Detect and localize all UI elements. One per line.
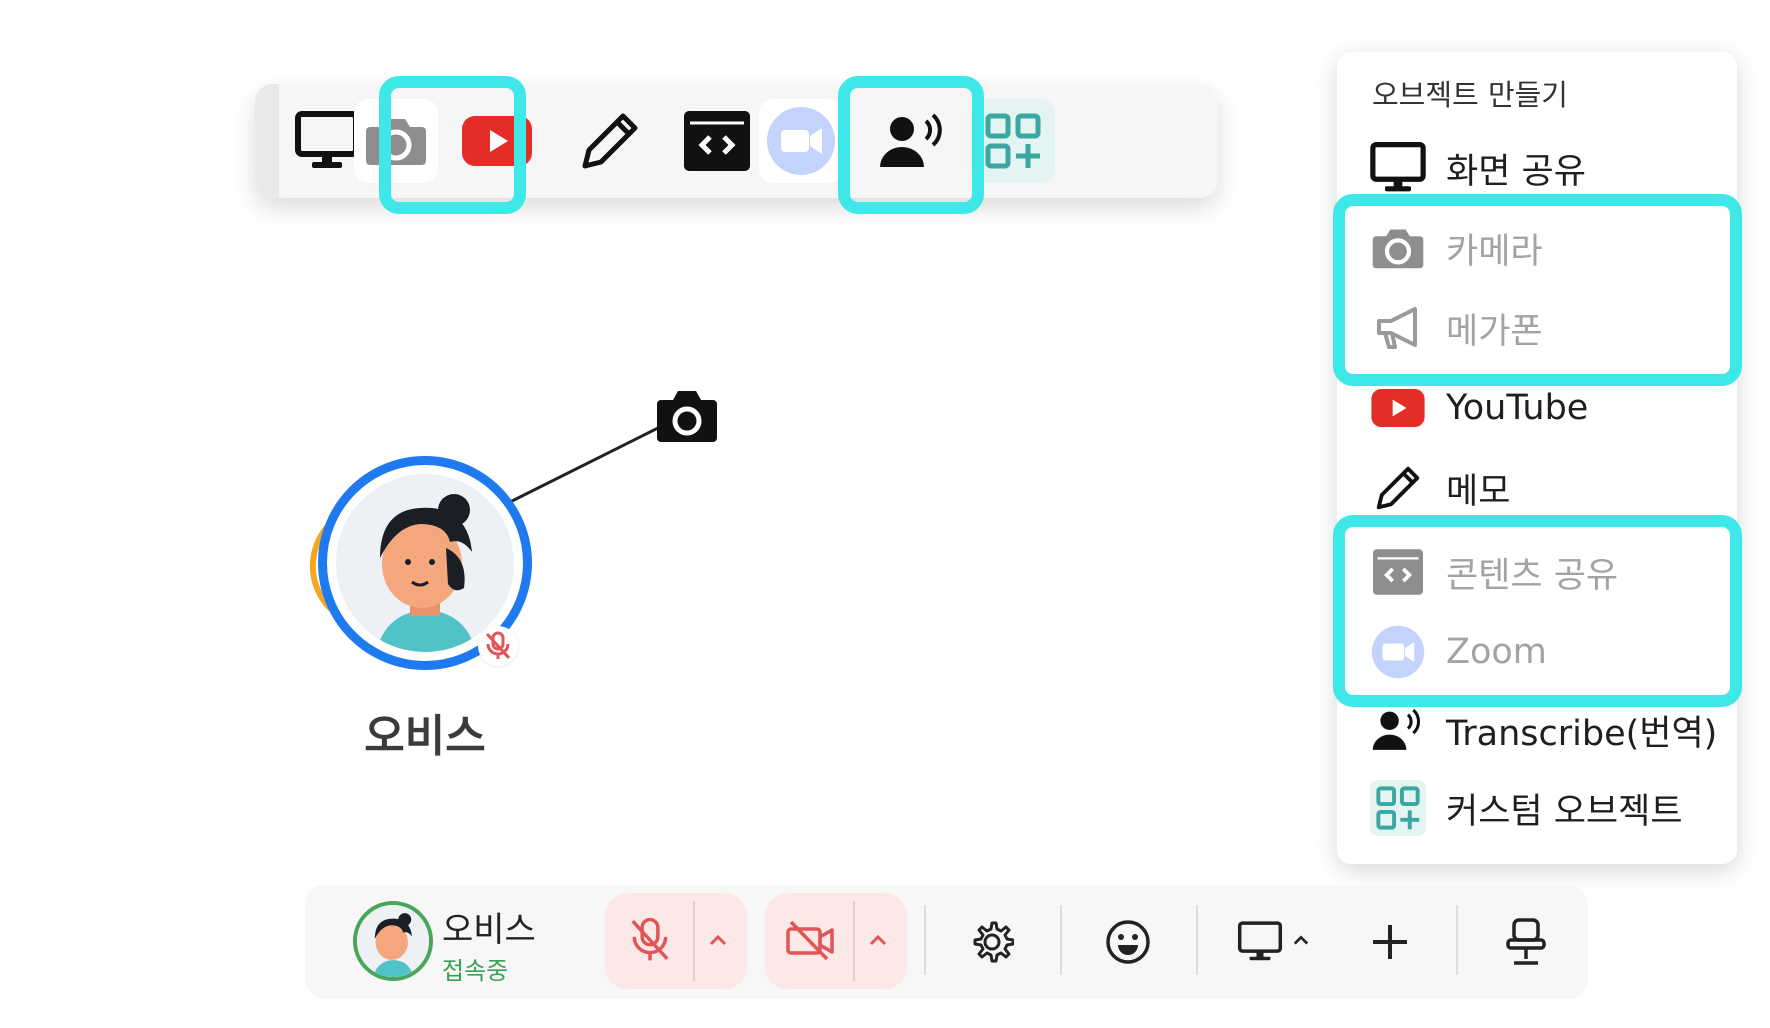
avatar-illustration [357,905,429,977]
menu-item-zoom[interactable]: Zoom [1370,622,1547,682]
toolbar-edge [255,84,279,198]
camera-icon [366,119,426,165]
menu-item-label: 커스텀 오브젝트 [1446,791,1683,832]
chevron-up-icon [709,934,727,946]
video-off-icon [786,920,834,961]
object-toolbar [255,84,1218,198]
camera-toggle-button[interactable] [772,905,848,975]
toolbar-content-share-button[interactable] [675,99,759,183]
chevron-up-icon [1293,935,1309,945]
toolbar-zoom-button[interactable] [759,99,843,183]
chair-icon [1506,918,1546,965]
camera-icon [1372,229,1424,269]
emoji-button[interactable] [1096,910,1160,974]
toolbar-camera-button[interactable] [354,99,438,183]
zoom-icon [767,107,835,175]
menu-item-custom-object[interactable]: 커스텀 오브젝트 [1370,778,1683,838]
divider [693,901,695,981]
seat-button[interactable] [1494,908,1558,976]
screen-share-icon [1237,921,1283,961]
menu-item-youtube[interactable]: YouTube [1370,378,1588,438]
my-name: 오비스 [442,910,536,950]
pencil-icon [1376,466,1420,510]
object-link-line [509,424,663,504]
code-window-icon [1373,549,1423,595]
my-status: 접속중 [442,957,509,985]
toolbar-memo-button[interactable] [568,99,652,183]
menu-item-label: 콘텐츠 공유 [1446,555,1619,596]
monitor-icon [1370,142,1426,192]
divider [853,901,855,981]
grid-plus-icon [1376,786,1420,830]
menu-item-label: 메가폰 [1446,311,1543,352]
menu-item-label: 화면 공유 [1446,151,1586,192]
screen-share-options-button[interactable] [1288,925,1314,955]
add-object-button[interactable] [1358,910,1422,974]
avatar-illustration [336,474,514,652]
settings-button[interactable] [960,910,1024,974]
my-avatar[interactable] [353,901,433,981]
speaking-person-icon [1372,708,1421,750]
avatar-name: 오비스 [364,711,486,762]
camera-options-button[interactable] [858,915,898,965]
menu-item-label: Zoom [1446,632,1547,672]
youtube-icon [1371,389,1425,427]
youtube-icon [462,116,532,166]
screen-share-button[interactable] [1228,910,1292,974]
toolbar-youtube-button[interactable] [455,99,539,183]
canvas-camera-object[interactable] [656,386,718,444]
menu-item-megaphone[interactable]: 메가폰 [1370,298,1543,358]
monitor-icon [295,111,359,168]
separator [924,905,926,975]
pencil-icon [582,113,638,169]
menu-item-label: 카메라 [1446,231,1543,272]
menu-title: 오브젝트 만들기 [1372,78,1568,112]
separator [1196,905,1198,975]
chevron-up-icon [869,934,887,946]
separator [1060,905,1062,975]
emoji-icon [1106,920,1150,964]
menu-item-screen-share[interactable]: 화면 공유 [1370,138,1586,198]
menu-item-transcribe[interactable]: Transcribe(번역) [1370,700,1717,760]
avatar[interactable] [336,474,514,652]
speaking-person-icon [880,113,942,167]
plus-icon [1373,925,1407,959]
mic-toggle-button[interactable] [612,905,688,975]
toolbar-custom-object-button[interactable] [971,99,1055,183]
zoom-icon [1371,625,1425,679]
menu-item-label: Transcribe(번역) [1446,713,1718,754]
mic-off-icon [485,631,511,660]
mic-off-icon [631,917,669,961]
megaphone-icon [1377,307,1417,349]
code-window-icon [684,111,750,171]
toolbar-transcribe-button[interactable] [871,99,955,183]
menu-item-label: 메모 [1446,471,1511,512]
menu-item-memo[interactable]: 메모 [1370,458,1510,518]
menu-item-camera[interactable]: 카메라 [1370,218,1543,278]
menu-item-label: YouTube [1446,388,1589,428]
mic-options-button[interactable] [698,915,738,965]
avatar-mic-muted-badge [478,626,518,666]
separator [1456,905,1458,975]
grid-plus-icon [985,113,1041,169]
menu-item-content-share[interactable]: 콘텐츠 공유 [1370,542,1618,602]
settings-icon [973,921,1014,963]
camera-icon [657,391,717,442]
